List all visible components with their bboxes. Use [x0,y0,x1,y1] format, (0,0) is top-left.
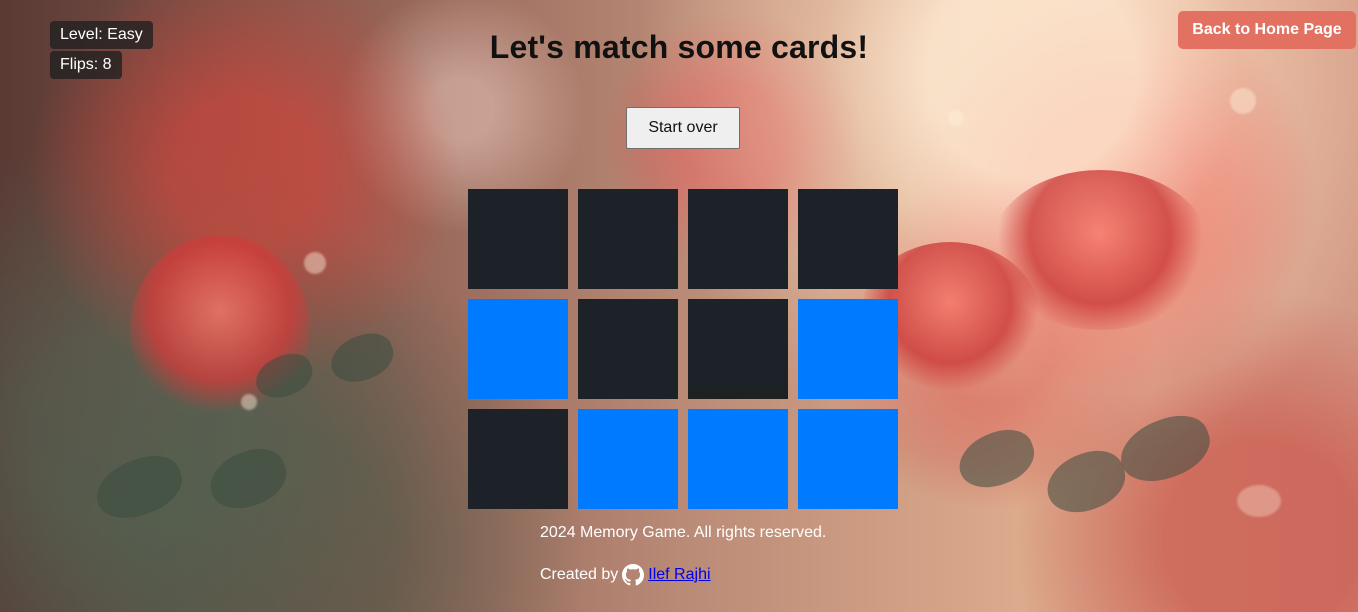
card-cupped-lotus[interactable] [798,189,898,289]
face-down-card[interactable] [468,299,568,399]
background-leaf [1038,442,1134,522]
face-down-card[interactable] [798,409,898,509]
background-leaf [1111,406,1219,492]
background-leaf [951,421,1042,497]
face-down-card[interactable] [688,409,788,509]
memory-card-board [468,189,898,509]
background-leaf [88,446,190,529]
card-pink-lotus-hand[interactable] [578,189,678,289]
background-rose [990,170,1210,330]
card-pink-lotus-hand[interactable] [688,189,788,289]
created-by-label: Created by [540,566,619,583]
creator-credit: Created by Ilef Rajhi [540,564,711,586]
face-down-card[interactable] [578,409,678,509]
card-white-tulip[interactable] [468,409,568,509]
card-pink-lotus-green[interactable] [688,299,788,399]
card-cupped-lotus-alt[interactable] [578,299,678,399]
light-bokeh [948,110,964,126]
copyright-text: 2024 Memory Game. All rights reserved. [540,524,827,541]
start-over-button[interactable]: Start over [626,107,740,149]
light-bokeh [304,252,326,274]
author-link[interactable]: Ilef Rajhi [648,565,710,585]
back-home-button[interactable]: Back to Home Page [1178,11,1356,49]
background-leaf [202,440,294,518]
light-bokeh [241,394,257,410]
background-rose [130,235,310,425]
light-bokeh [1237,485,1281,517]
page-title: Let's match some cards! [489,29,869,65]
light-bokeh [1230,88,1256,114]
card-white-tulip[interactable] [468,189,568,289]
github-icon [622,564,645,586]
background-leaf [324,326,400,390]
face-down-card[interactable] [798,299,898,399]
background-leaf [249,347,319,405]
